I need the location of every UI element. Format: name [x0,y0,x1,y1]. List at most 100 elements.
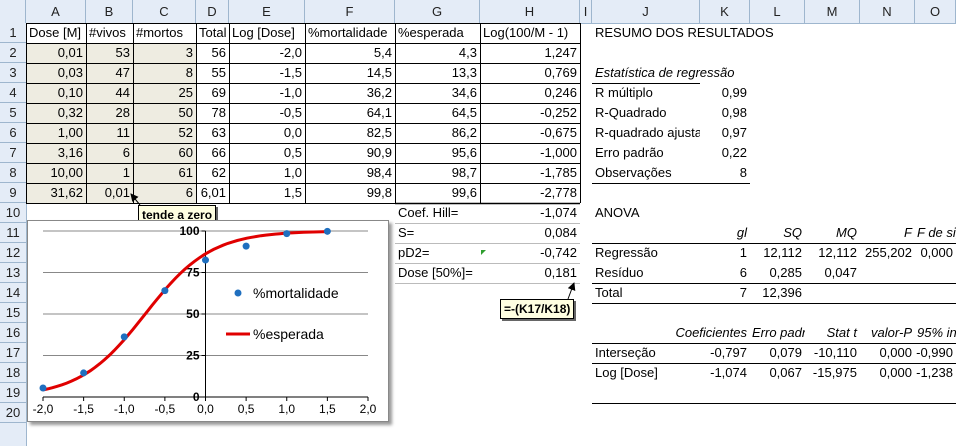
row-header-10[interactable]: 10 [0,203,26,223]
table-cell[interactable]: 99,8 [305,183,395,203]
table-header-4[interactable]: Log [Dose] [229,23,305,43]
reg-stat-value[interactable]: 8 [700,163,750,183]
coef-row-label[interactable]: Interseção [592,343,700,363]
table-cell[interactable]: 5,4 [305,43,395,63]
row-header-14[interactable]: 14 [0,283,26,303]
reg-stat-label[interactable]: Erro padrão [592,143,700,163]
anova-header[interactable]: gl [700,223,750,243]
param-label[interactable]: pD2= [395,243,480,263]
param-label[interactable]: Coef. Hill= [395,203,480,223]
table-header-6[interactable]: %esperada [395,23,480,43]
column-header-h[interactable]: H [480,0,580,23]
table-cell[interactable]: 0,03 [26,63,86,83]
table-cell[interactable]: 6,01 [196,183,229,203]
row-header-6[interactable]: 6 [0,123,26,143]
coef-row-label[interactable]: Log [Dose] [592,363,700,383]
chart-area[interactable]: -2,0 -1,5 -1,0 -0,5 0,0 0,5 1,0 1,5 2,0 0 25 50 75 10… [27,220,389,422]
anova-cell[interactable]: 255,202 [860,243,915,263]
table-cell[interactable]: 6 [133,183,196,203]
param-value[interactable]: -1,074 [480,203,580,223]
anova-cell[interactable]: 0,000 [915,243,956,263]
table-cell[interactable]: 0,769 [480,63,580,83]
column-header-c[interactable]: C [133,0,196,23]
coef-header[interactable]: Coeficientes [600,323,750,343]
table-cell[interactable]: 53 [86,43,133,63]
row-header-12[interactable]: 12 [0,243,26,263]
table-cell[interactable]: 14,5 [305,63,395,83]
row-header-16[interactable]: 16 [0,323,26,343]
coef-cell[interactable]: -1,074 [700,363,750,383]
anova-cell[interactable] [915,283,956,303]
param-value[interactable]: 0,084 [480,223,580,243]
coef-cell[interactable]: -0,797 [700,343,750,363]
table-cell[interactable]: 0,01 [26,43,86,63]
table-cell[interactable]: 86,2 [395,123,480,143]
coef-header[interactable]: Stat t [805,323,860,343]
table-cell[interactable]: 0,246 [480,83,580,103]
table-cell[interactable]: 1 [86,163,133,183]
table-cell[interactable]: 31,62 [26,183,86,203]
row-header-9[interactable]: 9 [0,183,26,203]
table-cell[interactable]: 11 [86,123,133,143]
reg-stat-value[interactable]: 0,22 [700,143,750,163]
table-cell[interactable]: 52 [133,123,196,143]
table-cell[interactable]: -2,778 [480,183,580,203]
row-header-11[interactable]: 11 [0,223,26,243]
reg-stat-value[interactable]: 0,99 [700,83,750,103]
table-cell[interactable]: 13,3 [395,63,480,83]
reg-stat-label[interactable]: R-quadrado ajustado [592,123,700,143]
anova-cell[interactable] [860,263,915,283]
anova-title[interactable]: ANOVA [592,203,700,223]
table-cell[interactable]: 64,1 [305,103,395,123]
anova-cell[interactable]: 6 [700,263,750,283]
row-header-15[interactable]: 15 [0,303,26,323]
param-value[interactable]: -0,742 [480,243,580,263]
anova-cell[interactable]: 7 [700,283,750,303]
table-cell[interactable]: 3,16 [26,143,86,163]
param-value[interactable]: 0,181 [480,263,580,283]
anova-cell[interactable]: 12,112 [750,243,805,263]
column-header-b[interactable]: B [86,0,133,23]
table-cell[interactable]: 56 [196,43,229,63]
anova-row-label[interactable]: Total [592,283,700,303]
table-cell[interactable]: 6 [86,143,133,163]
coef-header[interactable]: 95% inferiores [915,323,956,343]
column-header-e[interactable]: E [229,0,305,23]
reg-stat-label[interactable]: Observações [592,163,700,183]
coef-cell[interactable]: 0,000 [860,363,915,383]
table-header-3[interactable]: Total [196,23,229,43]
table-cell[interactable]: 36,2 [305,83,395,103]
table-cell[interactable]: -2,0 [229,43,305,63]
table-cell[interactable]: 1,0 [229,163,305,183]
table-cell[interactable]: 90,9 [305,143,395,163]
column-header-o[interactable]: O [915,0,956,23]
table-cell[interactable]: 1,5 [229,183,305,203]
table-cell[interactable]: 55 [196,63,229,83]
column-header-l[interactable]: L [750,0,805,23]
table-cell[interactable]: 98,4 [305,163,395,183]
row-header-19[interactable]: 19 [0,383,26,403]
coef-cell[interactable]: -15,975 [805,363,860,383]
anova-row-label[interactable]: Regressão [592,243,700,263]
table-header-1[interactable]: #vivos [86,23,133,43]
anova-cell[interactable]: 1 [700,243,750,263]
table-cell[interactable]: 8 [133,63,196,83]
regression-stats-title[interactable]: Estatística de regressão [592,63,750,83]
table-cell[interactable]: 28 [86,103,133,123]
table-cell[interactable]: 4,3 [395,43,480,63]
row-header-8[interactable]: 8 [0,163,26,183]
table-cell[interactable]: 0,10 [26,83,86,103]
column-header-a[interactable]: A [26,0,86,23]
table-cell[interactable]: 34,6 [395,83,480,103]
table-cell[interactable]: 69 [196,83,229,103]
column-header-n[interactable]: N [860,0,915,23]
param-label[interactable]: S= [395,223,480,243]
coef-header[interactable]: valor-P [860,323,915,343]
row-header-20[interactable]: 20 [0,403,26,423]
table-cell[interactable]: -1,5 [229,63,305,83]
table-cell[interactable]: -1,785 [480,163,580,183]
table-cell[interactable]: -0,252 [480,103,580,123]
column-header-i[interactable]: I [580,0,592,23]
table-cell[interactable]: 95,6 [395,143,480,163]
anova-cell[interactable]: 12,112 [805,243,860,263]
